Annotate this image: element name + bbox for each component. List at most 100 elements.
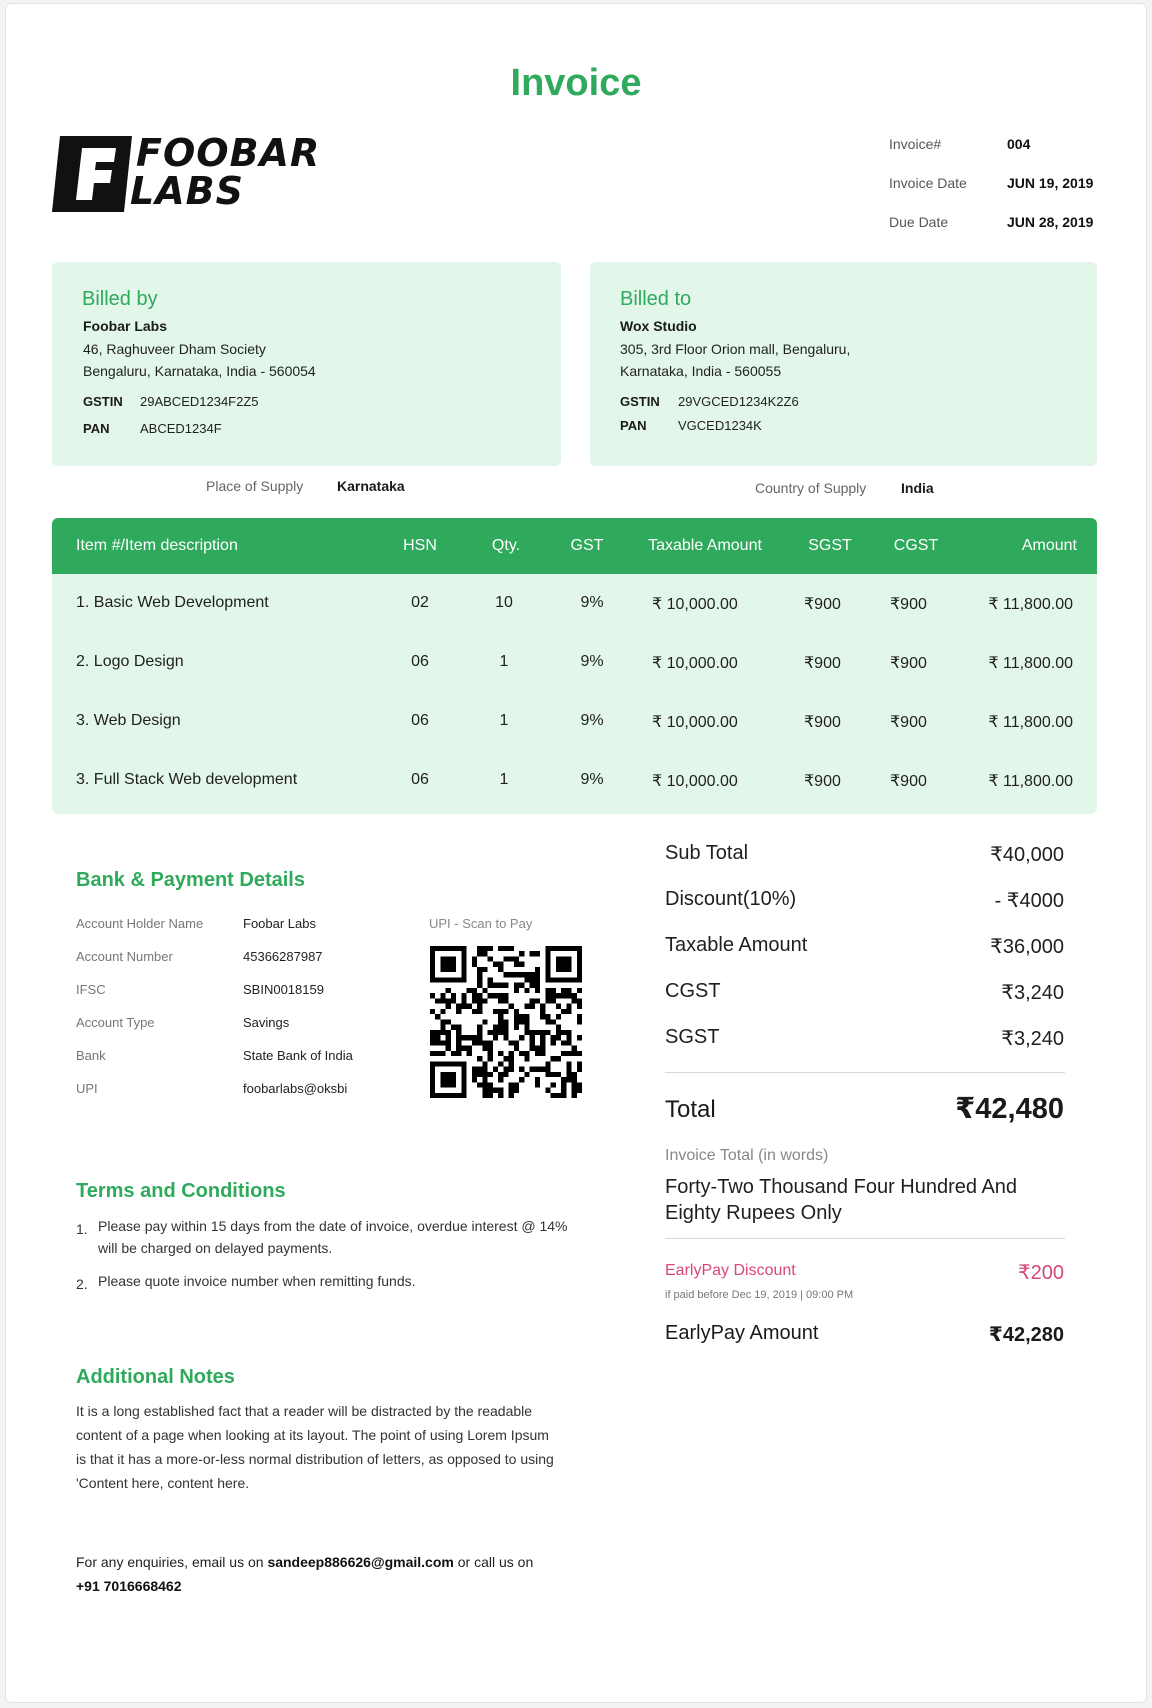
cell-cgst: ₹900 — [890, 596, 927, 613]
cell-item: 3. Full Stack Web development — [76, 771, 298, 788]
footer-phone-link[interactable]: +91 7016668462 — [76, 1578, 182, 1594]
billed-to-pan-label: PAN — [620, 418, 647, 433]
discount-label: Discount(10%) — [665, 888, 797, 910]
notes-line: It is a long established fact that a rea… — [76, 1403, 533, 1419]
invoice-date-value: JUN 19, 2019 — [1007, 175, 1094, 191]
cell-qty: 1 — [499, 771, 509, 788]
upi-qr-code-icon — [430, 946, 582, 1098]
cell-hsn: 02 — [411, 594, 429, 611]
cell-hsn: 06 — [411, 653, 429, 670]
col-header-gst: GST — [570, 537, 604, 554]
total-in-words-label: Invoice Total (in words) — [665, 1147, 829, 1164]
billed-by-gstin-value: 29ABCED1234F2Z5 — [140, 394, 259, 409]
logo-line-1: FOOBAR — [136, 131, 321, 175]
cell-sgst: ₹900 — [804, 714, 841, 731]
billed-by-name: Foobar Labs — [83, 318, 168, 334]
cell-qty: 10 — [495, 594, 513, 611]
bank-field-value: Savings — [243, 1015, 290, 1030]
cell-taxable: ₹ 10,000.00 — [652, 714, 738, 731]
cell-hsn: 06 — [411, 712, 429, 729]
terms-item-number: 1. — [76, 1221, 88, 1237]
cell-qty: 1 — [499, 653, 509, 670]
cell-gst: 9% — [580, 771, 604, 788]
cell-sgst: ₹900 — [804, 596, 841, 613]
notes-body: It is a long established fact that a rea… — [76, 1399, 554, 1495]
place-of-supply-value: Karnataka — [337, 478, 405, 494]
billed-to-pan-value: VGCED1234K — [678, 418, 762, 433]
billed-by-address: 46, Raghuveer Dham Society Bengaluru, Ka… — [83, 338, 316, 382]
cell-sgst: ₹900 — [804, 655, 841, 672]
billed-by-address-line-1: 46, Raghuveer Dham Society — [83, 341, 266, 357]
cell-hsn: 06 — [411, 771, 429, 788]
bank-field-value: SBIN0018159 — [243, 982, 324, 997]
col-header-qty: Qty. — [491, 537, 521, 554]
bank-field-label: Account Number — [76, 949, 173, 964]
col-header-sgst: SGST — [808, 537, 852, 554]
cell-item: 2. Logo Design — [76, 653, 184, 670]
billed-by-pan-value: ABCED1234F — [140, 421, 222, 436]
terms-title: Terms and Conditions — [76, 1180, 286, 1202]
billed-to-gstin-label: GSTIN — [620, 394, 660, 409]
col-header-item: Item #/Item description — [76, 537, 238, 554]
terms-item-line: will be charged on delayed payments. — [98, 1240, 333, 1256]
billed-by-gstin-label: GSTIN — [83, 394, 123, 409]
total-label: Total — [665, 1096, 716, 1123]
billed-to-address: 305, 3rd Floor Orion mall, Bengaluru, Ka… — [620, 338, 850, 382]
country-of-supply-label: Country of Supply — [755, 480, 867, 496]
billed-by-address-line-2: Bengaluru, Karnataka, India - 560054 — [83, 363, 316, 379]
bank-details-title: Bank & Payment Details — [76, 869, 305, 891]
invoice-date-label: Invoice Date — [889, 175, 967, 191]
table-row: 2. Logo Design 06 1 9% ₹ 10,000.00 ₹900 … — [52, 633, 1097, 691]
notes-title: Additional Notes — [76, 1366, 235, 1388]
notes-line: is that it has a more-or-less normal dis… — [76, 1451, 554, 1467]
cell-cgst: ₹900 — [890, 714, 927, 731]
cell-amount: ₹ 11,800.00 — [988, 773, 1073, 790]
cell-gst: 9% — [580, 712, 604, 729]
cell-sgst: ₹900 — [804, 773, 841, 790]
invoice-number-value: 004 — [1007, 136, 1031, 152]
earlypay-condition: if paid before Dec 19, 2019 | 09:00 PM — [665, 1289, 854, 1301]
summary-divider — [665, 1072, 1065, 1073]
cell-gst: 9% — [580, 653, 604, 670]
sgst-label: SGST — [665, 1026, 720, 1048]
cell-amount: ₹ 11,800.00 — [988, 714, 1073, 731]
cell-qty: 1 — [499, 712, 509, 729]
billed-to-address-line-1: 305, 3rd Floor Orion mall, Bengaluru, — [620, 341, 851, 357]
billed-to-title: Billed to — [620, 288, 692, 310]
place-of-supply-label: Place of Supply — [206, 478, 304, 494]
col-header-amount: Amount — [1021, 537, 1077, 554]
invoice-number-label: Invoice# — [889, 136, 942, 152]
table-row: 3. Web Design 06 1 9% ₹ 10,000.00 ₹900 ₹… — [52, 692, 1097, 750]
earlypay-amount-label: EarlyPay Amount — [665, 1322, 819, 1344]
terms-item: Please pay within 15 days from the date … — [98, 1215, 567, 1259]
notes-line: content of a page when looking at its la… — [76, 1427, 549, 1443]
cell-gst: 9% — [580, 594, 604, 611]
bank-field-value: State Bank of India — [243, 1048, 353, 1063]
billed-to-name: Wox Studio — [620, 318, 697, 334]
items-table: Item #/Item description HSN Qty. GST Tax… — [52, 518, 1097, 814]
total-in-words-line-2: Eighty Rupees Only — [665, 1202, 842, 1224]
terms-item-number: 2. — [76, 1276, 88, 1292]
billed-to-address-line-2: Karnataka, India - 560055 — [620, 363, 782, 379]
total-in-words-line-1: Forty-Two Thousand Four Hundred And — [665, 1176, 1018, 1198]
terms-item-line: Please pay within 15 days from the date … — [98, 1218, 568, 1234]
due-date-value: JUN 28, 2019 — [1007, 214, 1094, 230]
logo-wordmark: FOOBAR LABS — [130, 131, 321, 210]
total-value: ₹42,480 — [955, 1093, 1064, 1125]
table-row: 1. Basic Web Development 02 10 9% ₹ 10,0… — [52, 574, 1097, 632]
sgst-value: ₹3,240 — [1001, 1028, 1064, 1050]
earlypay-amount-value: ₹42,280 — [988, 1324, 1064, 1346]
upi-caption: UPI - Scan to Pay — [429, 916, 533, 931]
col-header-hsn: HSN — [403, 537, 437, 554]
bank-field-label: Bank — [76, 1048, 106, 1063]
cell-cgst: ₹900 — [890, 655, 927, 672]
col-header-taxable: Taxable Amount — [648, 537, 762, 554]
country-of-supply-value: India — [901, 480, 934, 496]
cell-amount: ₹ 11,800.00 — [988, 596, 1073, 613]
bank-field-value: foobarlabs@oksbi — [243, 1081, 348, 1096]
footer-email-link[interactable]: sandeep886626@gmail.com — [267, 1554, 453, 1570]
cell-item: 1. Basic Web Development — [76, 594, 269, 611]
due-date-label: Due Date — [889, 214, 949, 230]
table-row: 3. Full Stack Web development 06 1 9% ₹ … — [52, 751, 1097, 809]
subtotal-value: ₹40,000 — [990, 844, 1064, 866]
